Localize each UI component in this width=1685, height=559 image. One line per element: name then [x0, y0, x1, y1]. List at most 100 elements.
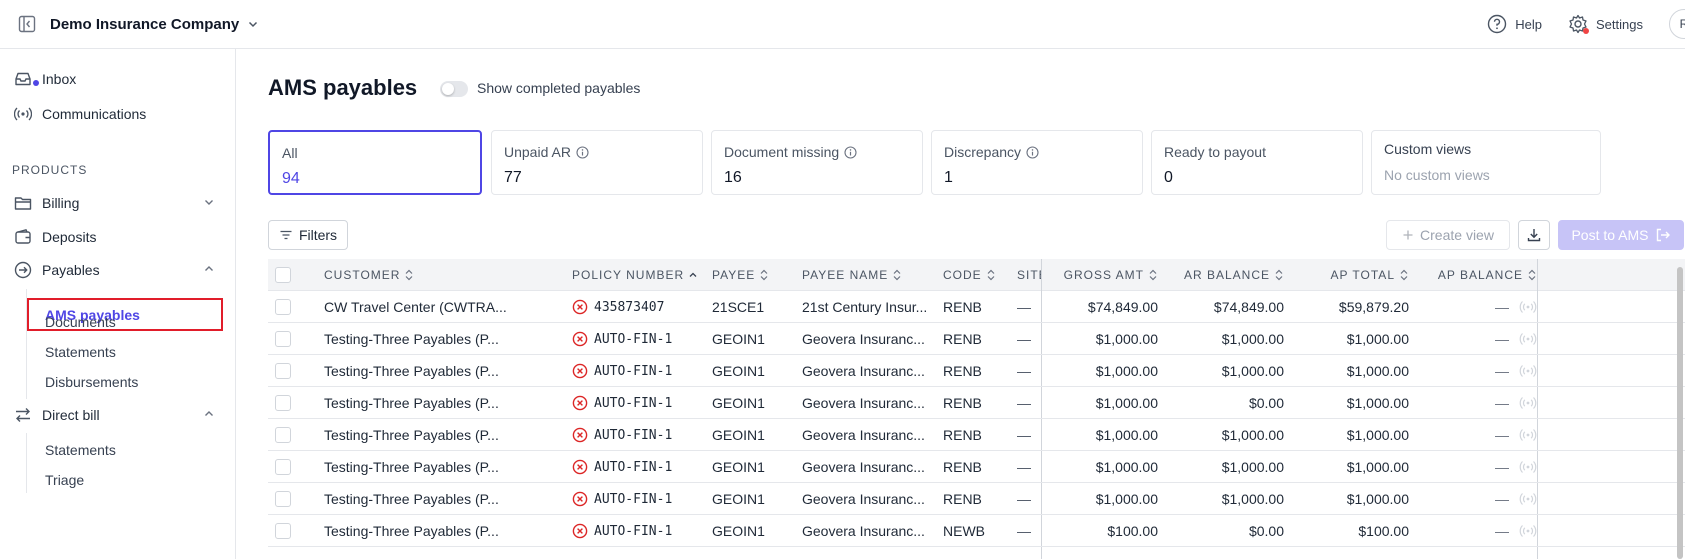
column-header-ar-balance[interactable]: AR BALANCE: [1168, 259, 1284, 291]
cell-text: RENB: [943, 459, 982, 475]
table-row[interactable]: Testing-Three Payables (P... AUTO-FIN-1 GE…: [268, 387, 1685, 419]
broadcast-icon: [14, 107, 32, 121]
subnav-divider: [26, 433, 27, 493]
row-checkbox[interactable]: [275, 331, 291, 347]
download-button[interactable]: [1518, 220, 1550, 250]
filter-card-discrepancy[interactable]: Discrepancy 1: [931, 130, 1143, 195]
cell-text: Geovera Insuranc...: [802, 331, 925, 347]
help-link[interactable]: Help: [1487, 14, 1542, 34]
table-row[interactable]: Testing-Three Payables (P... AUTO-FIN-1 GE…: [268, 355, 1685, 387]
cell-policy-number: AUTO-FIN-1: [572, 515, 697, 547]
broadcast-icon[interactable]: [1519, 300, 1537, 314]
chevron-down-icon: [205, 200, 213, 205]
sidebar-item-disbursements[interactable]: Disbursements: [45, 374, 138, 390]
row-checkbox[interactable]: [275, 395, 291, 411]
cell-text: Geovera Insuranc...: [802, 491, 925, 507]
broadcast-icon[interactable]: [1519, 396, 1537, 410]
column-header-gross-amt[interactable]: GROSS AMT: [1046, 259, 1158, 291]
column-header-policy-number[interactable]: POLICY NUMBER: [572, 259, 697, 291]
create-view-button[interactable]: Create view: [1386, 220, 1510, 250]
cell-customer: Testing-Three Payables (P...: [324, 323, 509, 355]
card-label: Document missing: [724, 144, 840, 160]
column-header-site[interactable]: SITE: [1017, 259, 1041, 291]
table-row[interactable]: Testing-Three Payables (P... AUTO-FIN-1 GE…: [268, 451, 1685, 483]
filters-button[interactable]: Filters: [268, 220, 348, 250]
broadcast-icon[interactable]: [1519, 428, 1537, 442]
sidebar-item-billing[interactable]: Billing: [14, 189, 221, 217]
download-icon: [1527, 229, 1541, 242]
broadcast-icon[interactable]: [1519, 364, 1537, 378]
table-row[interactable]: Testing-Three Payables (P... AUTO-FIN-1 GE…: [268, 419, 1685, 451]
row-checkbox[interactable]: [275, 299, 291, 315]
cell-ap-total: $1,000.00: [1294, 451, 1409, 483]
sidebar-item-statements[interactable]: Statements: [45, 344, 116, 360]
cell-text: $74,849.00: [1213, 299, 1284, 315]
column-header-label: AR BALANCE: [1183, 268, 1270, 282]
column-header-code[interactable]: CODE: [943, 259, 1003, 291]
settings-link[interactable]: Settings: [1568, 14, 1643, 34]
cell-ar-balance: $1,000.00: [1168, 483, 1284, 515]
filter-card-document-missing[interactable]: Document missing 16: [711, 130, 923, 195]
sidebar-item-communications[interactable]: Communications: [14, 100, 221, 128]
sidebar-toggle-icon[interactable]: [16, 13, 38, 35]
sort-icon: [404, 269, 414, 281]
sidebar-item-direct-bill[interactable]: Direct bill: [14, 401, 221, 429]
custom-views-card[interactable]: Custom views No custom views: [1371, 130, 1601, 195]
table-row[interactable]: Testing-Three Payables (P... AUTO-FIN-1 GE…: [268, 323, 1685, 355]
column-header-customer[interactable]: CUSTOMER: [324, 259, 509, 291]
vertical-scrollbar[interactable]: [1677, 267, 1683, 559]
cell-payee: GEOIN1: [712, 483, 792, 515]
cell-customer: CW Travel Center (CWTRA...: [324, 291, 509, 323]
select-all-checkbox[interactable]: [275, 267, 291, 283]
row-checkbox[interactable]: [275, 363, 291, 379]
column-header-ap-total[interactable]: AP TOTAL: [1294, 259, 1409, 291]
payables-table: CUSTOMER POLICY NUMBER PAYEE PAYEE NAME CODE…: [268, 259, 1685, 559]
cell-text: $1,000.00: [1346, 331, 1409, 347]
card-value: 94: [282, 170, 300, 187]
company-switcher[interactable]: Demo Insurance Company: [50, 16, 259, 33]
cell-gross-amt: $1,000.00: [1046, 451, 1158, 483]
table-row[interactable]: CW Travel Center (CWTRA... 435873407 21SCE…: [268, 291, 1685, 323]
broadcast-icon[interactable]: [1519, 460, 1537, 474]
sidebar-item-payables[interactable]: Payables: [14, 256, 221, 284]
row-checkbox[interactable]: [275, 427, 291, 443]
avatar[interactable]: R: [1669, 9, 1685, 39]
sidebar-item-deposits[interactable]: Deposits: [14, 223, 221, 251]
wallet-icon: [15, 228, 31, 244]
policy-number-text: AUTO-FIN-1: [594, 331, 673, 347]
sidebar-item-direct-statements[interactable]: Statements: [45, 442, 116, 458]
row-checkbox[interactable]: [275, 491, 291, 507]
show-completed-toggle[interactable]: [440, 81, 468, 97]
cell-text: Testing-Three Payables (P...: [324, 427, 499, 443]
post-to-ams-button[interactable]: Post to AMS: [1558, 220, 1684, 250]
chevron-up-icon: [205, 411, 213, 416]
export-icon: [1656, 228, 1670, 242]
column-header-label: GROSS AMT: [1063, 268, 1144, 282]
cell-text: $1,000.00: [1095, 363, 1158, 379]
cell-ap-balance: —: [1419, 451, 1537, 483]
sidebar-item-inbox[interactable]: Inbox: [14, 65, 221, 93]
broadcast-icon[interactable]: [1519, 524, 1537, 538]
sort-icon: [1527, 269, 1537, 281]
column-header-ap-balance[interactable]: AP BALANCE: [1419, 259, 1537, 291]
cell-policy-number: AUTO-FIN-1: [572, 419, 697, 451]
cell-text: $1,000.00: [1221, 331, 1284, 347]
cell-text: Geovera Insuranc...: [802, 459, 925, 475]
error-icon: [572, 491, 588, 507]
card-value: No custom views: [1384, 167, 1490, 183]
table-row[interactable]: Testing-Three Payables (P... AUTO-FIN-1 GE…: [268, 515, 1685, 547]
cell-text: Testing-Three Payables (P...: [324, 459, 499, 475]
filter-card-unpaid-ar[interactable]: Unpaid AR 77: [491, 130, 703, 195]
filter-card-ready-to-payout[interactable]: Ready to payout 0: [1151, 130, 1363, 195]
row-checkbox[interactable]: [275, 523, 291, 539]
table-row[interactable]: Testing-Three Payables (P... AUTO-FIN-1 GE…: [268, 483, 1685, 515]
sidebar-item-triage[interactable]: Triage: [45, 472, 84, 488]
filter-card-all[interactable]: All 94: [268, 130, 482, 195]
column-header-payee[interactable]: PAYEE: [712, 259, 792, 291]
sidebar-item-documents[interactable]: Documents: [45, 314, 116, 330]
row-checkbox[interactable]: [275, 459, 291, 475]
broadcast-icon[interactable]: [1519, 332, 1537, 346]
broadcast-icon[interactable]: [1519, 492, 1537, 506]
column-header-payee-name[interactable]: PAYEE NAME: [802, 259, 932, 291]
cell-text: NEWB: [943, 523, 985, 539]
